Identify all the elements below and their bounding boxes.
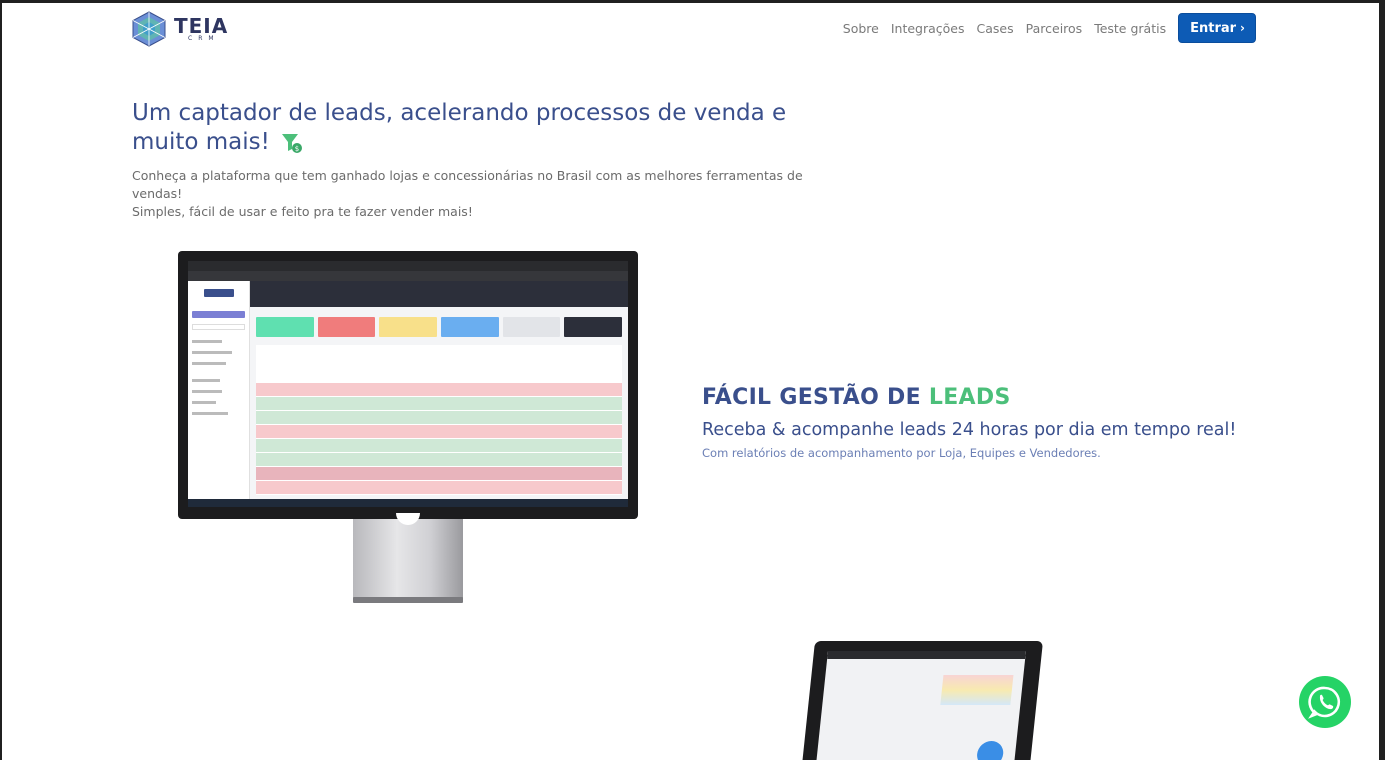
feature-subtitle: Receba & acompanhe leads 24 horas por di…	[702, 420, 1237, 440]
monitor-bezel	[178, 251, 638, 519]
nav-link-integracoes[interactable]: Integrações	[891, 21, 965, 36]
hero-section: Um captador de leads, acelerando process…	[132, 99, 852, 221]
nav-link-cases[interactable]: Cases	[977, 21, 1014, 36]
nav-link-sobre[interactable]: Sobre	[843, 21, 879, 36]
svg-text:$: $	[295, 145, 299, 153]
chevron-right-icon: ›	[1240, 21, 1245, 35]
entrar-button[interactable]: Entrar ›	[1178, 13, 1256, 43]
feature-title-prefix: FÁCIL GESTÃO DE	[702, 385, 929, 410]
whatsapp-button[interactable]	[1299, 676, 1351, 728]
logo[interactable]: TEIA CRM	[130, 11, 228, 47]
laptop-mockup-image	[802, 641, 1044, 760]
whatsapp-icon	[1308, 686, 1341, 719]
monitor-mockup-image	[178, 251, 638, 607]
feature-section: FÁCIL GESTÃO DE LEADS Receba & acompanhe…	[702, 385, 1262, 460]
monitor-stand	[353, 519, 463, 599]
hero-description-line1: Conheça a plataforma que tem ganhado loj…	[132, 168, 803, 201]
hero-description-line2: Simples, fácil de usar e feito pra te fa…	[132, 204, 473, 219]
funnel-money-icon: $	[282, 133, 303, 153]
feature-title: FÁCIL GESTÃO DE LEADS	[702, 385, 1262, 410]
feature-title-accent: LEADS	[928, 385, 1011, 410]
feature-note: Com relatórios de acompanhamento por Loj…	[702, 446, 1101, 460]
logo-name: TEIA	[174, 14, 229, 38]
hero-title-text: Um captador de leads, acelerando process…	[132, 100, 787, 155]
navbar: TEIA CRM Sobre Integrações Cases Parceir…	[130, 11, 1256, 49]
entrar-button-label: Entrar	[1190, 20, 1237, 36]
hero-description: Conheça a plataforma que tem ganhado loj…	[132, 167, 852, 221]
nav-link-teste-gratis[interactable]: Teste grátis	[1094, 21, 1166, 36]
monitor-screen	[188, 261, 628, 507]
nav-links: Sobre Integrações Cases Parceiros Teste …	[831, 13, 1256, 43]
teia-logo-icon	[132, 11, 166, 47]
nav-link-parceiros[interactable]: Parceiros	[1026, 21, 1083, 36]
hero-title: Um captador de leads, acelerando process…	[132, 99, 852, 157]
